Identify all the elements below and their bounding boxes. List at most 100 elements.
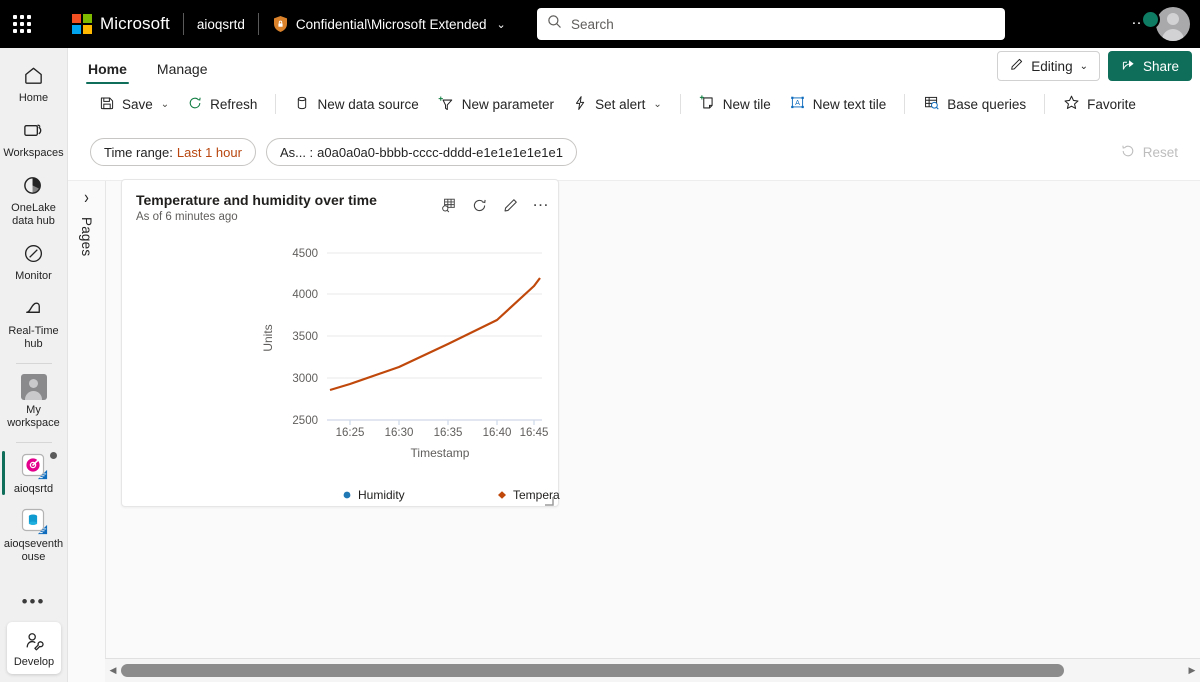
sidebar-label-monitor: Monitor [15, 270, 52, 282]
sidebar-item-onelake-data-hub[interactable]: OneLake data hub [2, 166, 66, 234]
save-label: Save [122, 96, 153, 112]
chart-area: 2500 3000 3500 4000 4500 Units 16:25 16:… [122, 228, 581, 506]
tile-title: Temperature and humidity over time [136, 192, 377, 208]
editing-label: Editing [1031, 58, 1073, 74]
develop-button[interactable]: Develop [7, 622, 61, 674]
page-tabstrip: Home Manage Editing ⌄ Share [68, 48, 1200, 84]
sidebar-label-real-time-hub: Real-Time hub [8, 325, 59, 350]
scrollbar-track[interactable] [121, 659, 1184, 682]
y-tick-4000: 4000 [292, 289, 318, 301]
develop-icon [23, 628, 45, 654]
sidebar-label-aioqseventhouse: aioqseventhouse [3, 538, 64, 563]
tab-manage[interactable]: Manage [147, 61, 218, 84]
set-alert-label: Set alert [595, 96, 646, 112]
expand-pages-chevron-icon[interactable]: › [84, 187, 89, 208]
y-axis-title: Units [261, 324, 275, 351]
tab-home-label: Home [88, 61, 127, 77]
explore-data-icon[interactable] [439, 196, 457, 214]
refresh-button[interactable]: Refresh [178, 89, 266, 119]
edit-pencil-icon[interactable] [501, 196, 519, 214]
more-options-icon[interactable]: … [532, 191, 550, 214]
unsaved-changes-dot [49, 452, 57, 459]
user-avatar[interactable] [1156, 7, 1190, 41]
new-tile-icon [699, 94, 716, 114]
topbar-divider-2 [257, 13, 259, 35]
realtime-hub-icon [22, 295, 45, 321]
legend-marker-humidity [343, 491, 351, 499]
realtime-dashboard-icon [21, 453, 47, 480]
editing-mode-button[interactable]: Editing ⌄ [997, 51, 1100, 81]
avatar-head [1167, 13, 1179, 25]
base-queries-label: Base queries [947, 96, 1027, 112]
time-range-value: Last 1 hour [176, 144, 242, 160]
horizontal-scrollbar[interactable]: ◀ ▶ [105, 658, 1200, 682]
favorite-button[interactable]: Favorite [1054, 89, 1145, 119]
refresh-icon[interactable] [470, 196, 488, 214]
filter-bar: Time range: Last 1 hour As... : a0a0a0a0… [68, 124, 1200, 180]
app-launcher-button[interactable] [0, 0, 44, 48]
waffle-icon [13, 15, 31, 33]
new-parameter-icon [437, 94, 455, 115]
new-parameter-button[interactable]: New parameter [428, 89, 563, 119]
y-tick-3000: 3000 [292, 373, 318, 385]
sidebar-item-monitor[interactable]: Monitor [2, 234, 66, 289]
scrollbar-thumb[interactable] [121, 663, 1064, 677]
svg-text:A: A [795, 98, 800, 107]
line-chart: 2500 3000 3500 4000 4500 Units 16:25 16:… [261, 248, 581, 502]
scroll-right-arrow-icon[interactable]: ▶ [1184, 665, 1200, 676]
workspace-name[interactable]: aioqsrtd [197, 17, 245, 32]
tile-header: Temperature and humidity over time As of… [136, 192, 377, 223]
sidebar-item-real-time-hub[interactable]: Real-Time hub [2, 289, 66, 357]
sidebar-item-home[interactable]: Home [2, 56, 66, 111]
asset-id-pill[interactable]: As... : a0a0a0a0-bbbb-cccc-dddd-e1e1e1e1… [265, 138, 577, 166]
sidebar-label-home: Home [18, 92, 49, 104]
scroll-left-arrow-icon[interactable]: ◀ [105, 665, 121, 676]
new-parameter-label: New parameter [461, 96, 555, 112]
tile-resize-handle[interactable] [544, 493, 554, 506]
sidebar-item-workspaces[interactable]: Workspaces [2, 111, 66, 166]
share-label: Share [1142, 58, 1179, 74]
y-tick-3500: 3500 [292, 331, 318, 343]
favorite-label: Favorite [1087, 96, 1136, 112]
microsoft-squares-icon [72, 14, 92, 34]
microsoft-logo[interactable]: Microsoft [72, 14, 170, 34]
chevron-down-icon: ⌄ [1079, 60, 1088, 72]
topbar-divider-1 [182, 13, 184, 35]
sidebar-label-my-workspace: My workspace [7, 404, 60, 429]
eventhouse-icon [21, 508, 47, 535]
new-text-tile-button[interactable]: A New text tile [780, 89, 896, 119]
sidebar-item-my-workspace[interactable]: My workspace [2, 368, 66, 436]
x-axis-title: Timestamp [411, 446, 470, 460]
sidebar-item-aioqsrtd[interactable]: aioqsrtd [1, 447, 66, 502]
onelake-icon [22, 172, 45, 198]
new-text-tile-label: New text tile [812, 96, 887, 112]
tab-home[interactable]: Home [78, 61, 137, 84]
x-tick-1: 16:25 [336, 427, 365, 439]
base-queries-button[interactable]: Base queries [914, 89, 1035, 119]
database-icon [294, 95, 310, 114]
share-button[interactable]: Share [1107, 51, 1192, 81]
sidebar-item-aioqseventhouse[interactable]: aioqseventhouse [2, 502, 66, 570]
pencil-icon [1009, 57, 1024, 75]
share-icon [1121, 57, 1136, 75]
reset-label: Reset [1142, 144, 1178, 160]
chevron-down-icon: ⌄ [160, 98, 170, 110]
save-button[interactable]: Save ⌄ [90, 89, 178, 119]
new-data-source-button[interactable]: New data source [285, 89, 427, 119]
sidebar-more-button[interactable]: ••• [2, 586, 66, 618]
time-range-pill[interactable]: Time range: Last 1 hour [90, 138, 256, 166]
sensitivity-shield-icon [272, 15, 289, 33]
new-tile-button[interactable]: New tile [690, 89, 780, 119]
rail-divider-2 [15, 442, 52, 443]
top-navigation-bar: Microsoft aioqsrtd Confidential\Microsof… [0, 0, 1200, 48]
set-alert-button[interactable]: Set alert ⌄ [563, 89, 671, 119]
sensitivity-label-button[interactable]: Confidential\Microsoft Extended ⌄ [272, 15, 506, 33]
monitor-icon [22, 240, 45, 266]
pages-label[interactable]: Pages [79, 217, 94, 256]
reset-button[interactable]: Reset [1120, 143, 1178, 162]
search-input[interactable]: Search [571, 17, 614, 32]
dashboard-tile[interactable]: Temperature and humidity over time As of… [121, 179, 581, 507]
series-line-temperature [329, 277, 541, 392]
global-search-box[interactable]: Search [537, 8, 1005, 40]
develop-label: Develop [13, 655, 55, 668]
